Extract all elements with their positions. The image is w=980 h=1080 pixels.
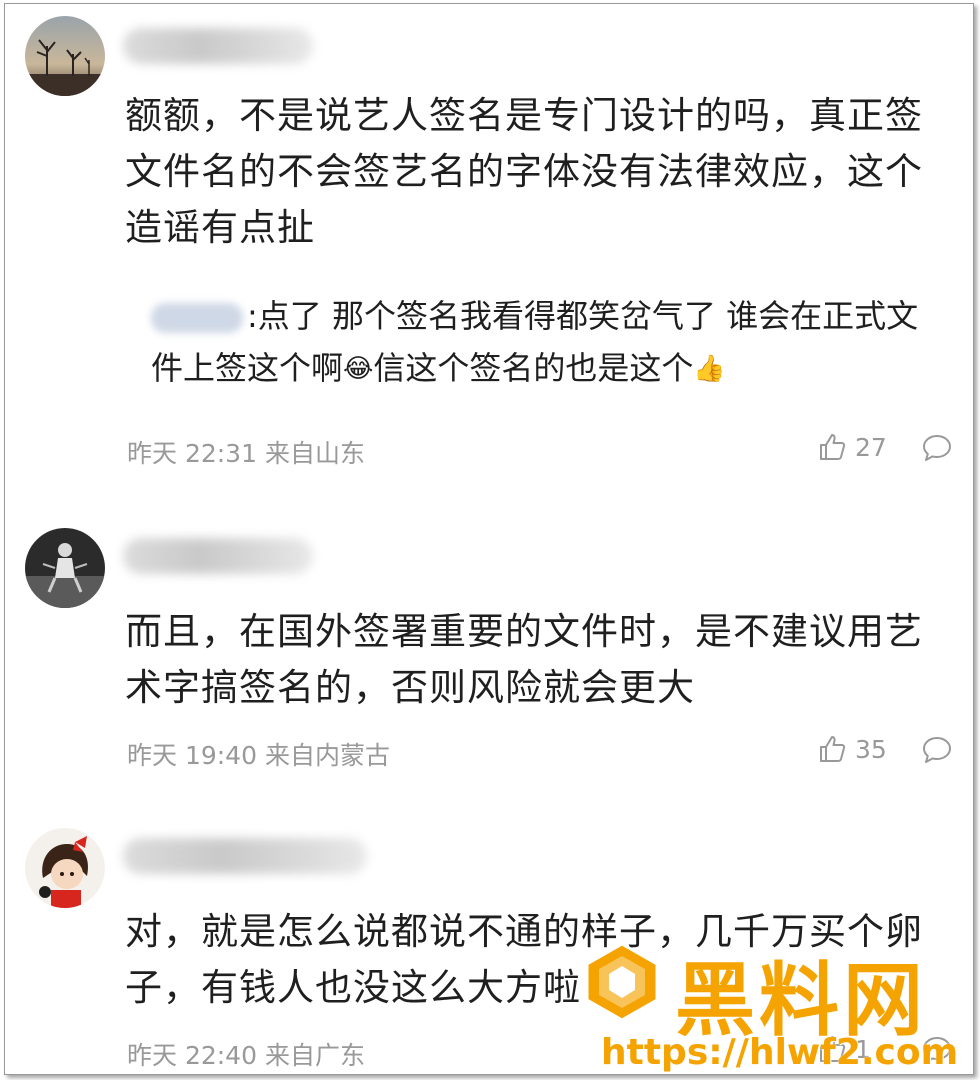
speech-bubble-icon[interactable]: [921, 734, 953, 766]
comment-meta: 昨天 22:31 来自山东: [127, 439, 365, 468]
thumbs-up-icon: [817, 432, 847, 462]
comment-text: 额额，不是说艺人签名是专门设计的吗，真正签文件名的不会签艺名的字体没有法律效应，…: [125, 94, 923, 249]
comment-list: 额额，不是说艺人签名是专门设计的吗，真正签文件名的不会签艺名的字体没有法律效应，…: [4, 3, 974, 1075]
username-redacted[interactable]: [123, 838, 367, 874]
like-button[interactable]: 35: [817, 734, 887, 764]
avatar[interactable]: [25, 16, 105, 96]
avatar[interactable]: [25, 528, 105, 608]
reply-text: :点了 那个签名我看得都笑岔气了 谁会在正式文件上签这个啊😂信这个签名的也是这个…: [151, 290, 931, 395]
watermark-logo-icon: [583, 942, 661, 1022]
thumbs-up-emoji-icon: 👍: [693, 354, 726, 384]
reply-username-redacted[interactable]: [151, 303, 243, 333]
site-watermark: 黑料网 https://hlwf2.com: [583, 942, 967, 1073]
comment-text: 而且，在国外签署重要的文件时，是不建议用艺术字搞签名的，否则风险就会更大: [125, 610, 923, 709]
avatar[interactable]: [25, 828, 105, 908]
comment-meta: 昨天 19:40 来自内蒙古: [127, 741, 390, 770]
reply-text-part2: 信这个签名的也是这个: [373, 349, 694, 387]
watermark-url: https://hlwf2.com: [601, 1032, 959, 1073]
username-redacted[interactable]: [123, 538, 313, 574]
username-redacted[interactable]: [123, 28, 313, 64]
laughing-emoji-icon: 😂: [343, 354, 374, 384]
like-count: 35: [855, 734, 887, 764]
comment-meta: 昨天 22:40 来自广东: [127, 1041, 365, 1070]
thumbs-up-icon: [817, 734, 847, 764]
speech-bubble-icon[interactable]: [921, 432, 953, 464]
like-count: 27: [855, 432, 887, 462]
like-button[interactable]: 27: [817, 432, 887, 462]
